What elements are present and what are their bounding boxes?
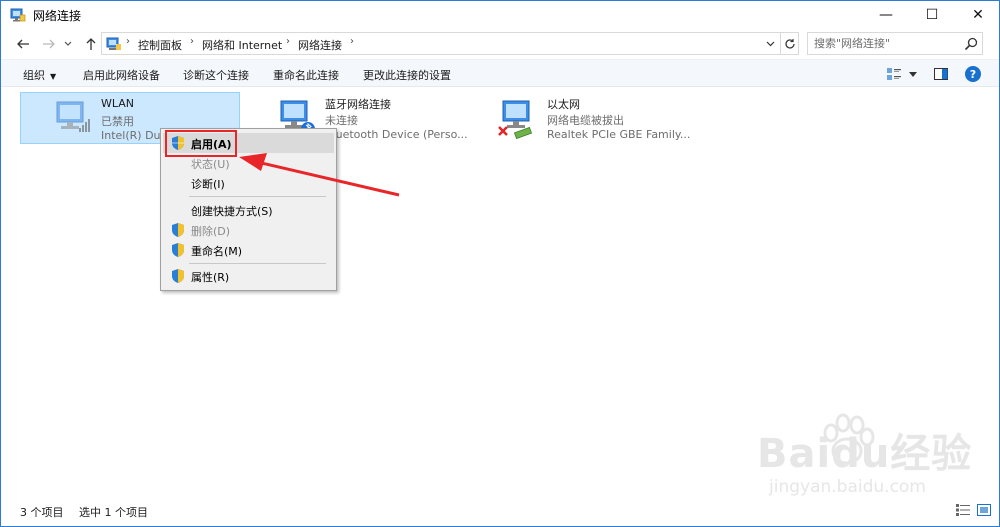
menu-separator [189,263,326,264]
menu-item-label: 诊断(I) [191,178,225,191]
menu-item-rename[interactable]: 重命名(M) [163,240,334,260]
organize-menu[interactable]: 组织 ▼ [23,67,56,83]
help-button[interactable]: ? [965,65,981,83]
search-icon[interactable] [963,36,979,52]
menu-item-delete[interactable]: 删除(D) [163,220,334,240]
minimize-button[interactable]: — [863,1,909,29]
connection-name: 以太网 [547,98,580,111]
address-bar[interactable]: › 控制面板 › 网络和 Internet › 网络连接 › [101,32,781,55]
menu-item-label: 状态(U) [191,158,230,171]
breadcrumb-control-panel[interactable]: 控制面板 [138,37,182,53]
caret-down-icon [909,71,917,77]
help-icon: ? [965,66,981,82]
control-panel-icon [106,37,121,50]
view-dropdown-button[interactable] [907,65,919,83]
refresh-icon [784,38,795,49]
preview-pane-icon [934,68,948,80]
chevron-down-icon [766,41,775,47]
menu-item-label: 创建快捷方式(S) [191,205,273,218]
title-bar: 网络连接 — ☐ ✕ [1,1,999,29]
network-connections-app-icon [10,8,26,22]
address-dropdown-button[interactable] [766,36,775,50]
maximize-button[interactable]: ☐ [909,1,955,29]
enable-device-button[interactable]: 启用此网络设备 [83,67,160,83]
item-count: 3 个项目 [20,506,64,519]
connection-name: 蓝牙网络连接 [325,98,391,111]
menu-item-properties[interactable]: 属性(R) [163,266,334,286]
diagnose-button[interactable]: 诊断这个连接 [183,67,249,83]
change-view-button[interactable] [886,65,902,83]
close-button[interactable]: ✕ [955,1,1000,29]
uac-shield-icon [172,223,184,237]
connection-status: 网络电缆被拔出 [547,114,624,127]
refresh-button[interactable] [781,32,799,55]
uac-shield-icon [172,269,184,283]
connection-device: Realtek PCIe GBE Family... [547,128,691,141]
breadcrumb-network-connections[interactable]: 网络连接 [298,37,342,53]
address-row: › 控制面板 › 网络和 Internet › 网络连接 › [1,29,999,59]
view-options-icon [887,68,901,80]
ethernet-adapter-icon [498,100,533,139]
breadcrumb-network-internet[interactable]: 网络和 Internet [202,37,282,53]
back-button[interactable] [13,33,33,55]
up-button[interactable] [81,33,101,55]
connection-status: 未连接 [325,114,358,127]
network-connections-window: 网络连接 — ☐ ✕ › 控制面板 › 网络和 Internet › 网络连接 … [0,0,1000,527]
search-input[interactable] [814,36,954,51]
breadcrumb-separator[interactable]: › [286,36,290,47]
uac-shield-icon [172,243,184,257]
annotation-highlight-box [165,130,237,157]
menu-item-label: 重命名(M) [191,245,243,258]
rename-button[interactable]: 重命名此连接 [273,67,339,83]
organize-label: 组织 [23,69,45,82]
command-bar: 组织 ▼ 启用此网络设备 诊断这个连接 重命名此连接 更改此连接的设置 ? [1,59,999,87]
connection-name: WLAN [101,97,135,110]
menu-item-label: 删除(D) [191,225,231,238]
forward-button[interactable] [39,33,59,55]
selection-count: 选中 1 个项目 [79,506,148,519]
arrow-left-icon [17,39,29,49]
wireless-adapter-icon [56,101,90,132]
chevron-down-icon [64,41,72,46]
watermark-url: jingyan.baidu.com [769,477,926,497]
arrow-right-icon [43,39,55,49]
breadcrumb-separator[interactable]: › [126,36,130,47]
arrow-up-icon [86,38,96,50]
watermark-brand: Baidu经验 [757,431,973,477]
annotation-arrow [239,153,400,197]
window-title: 网络连接 [33,9,82,23]
recent-locations-button[interactable] [61,33,75,55]
baidu-jingyan-watermark: Baidu经验 jingyan.baidu.com [757,411,997,506]
change-settings-button[interactable]: 更改此连接的设置 [363,67,451,83]
connection-status: 已禁用 [101,115,134,128]
caret-down-icon: ▼ [50,72,57,81]
menu-item-label: 属性(R) [191,271,230,284]
menu-item-create-shortcut[interactable]: 创建快捷方式(S) [163,200,334,220]
search-box[interactable] [807,32,983,55]
preview-pane-button[interactable] [933,65,949,83]
connection-device: Bluetooth Device (Perso... [325,128,468,141]
breadcrumb-separator[interactable]: › [190,36,194,47]
breadcrumb-separator[interactable]: › [350,36,354,47]
connection-item-ethernet[interactable]: 以太网 网络电缆被拔出 Realtek PCIe GBE Family... [467,92,697,144]
